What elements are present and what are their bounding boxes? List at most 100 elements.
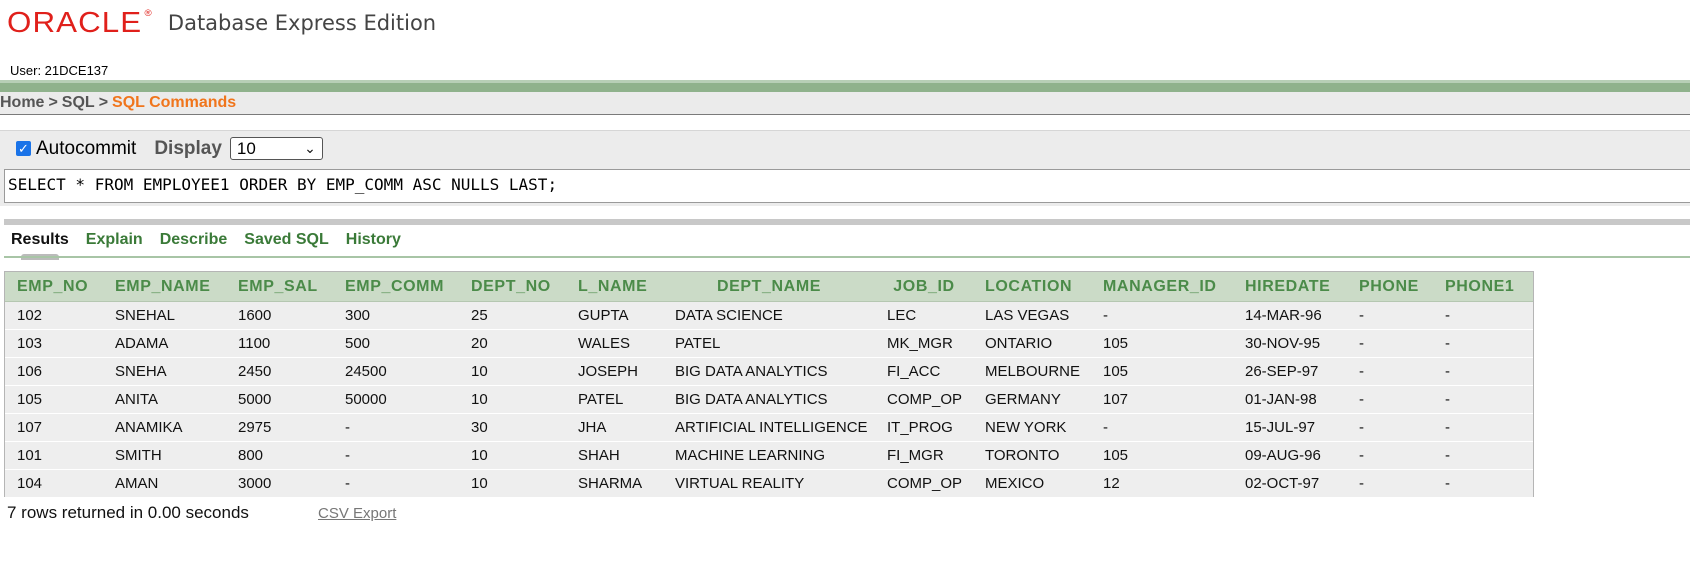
table-cell: 105 (1091, 329, 1233, 358)
table-cell: 12 (1091, 469, 1233, 498)
table-cell: GUPTA (566, 301, 663, 330)
table-cell: - (1347, 441, 1433, 470)
table-cell: LEC (875, 301, 973, 330)
table-row: 102 SNEHAL 1600 300 25 GUPTA DATA SCIENCE LEC LA… (5, 301, 1533, 330)
breadcrumb-current: SQL Commands (112, 94, 237, 111)
table-cell: VIRTUAL REALITY (663, 469, 875, 498)
command-controls: ✓ Autocommit Display 10 ⌄ (16, 137, 323, 160)
table-cell: 2450 (226, 357, 333, 386)
table-cell: NEW YORK (973, 413, 1091, 442)
column-header: LOCATION (973, 272, 1091, 302)
table-cell: BIG DATA ANALYTICS (663, 385, 875, 414)
table-header-row: EMP_NO EMP_NAME EMP_SAL EMP_COMM DEPT_NO… (5, 272, 1533, 302)
table-cell: SNEHA (103, 357, 226, 386)
sql-editor[interactable]: SELECT * FROM EMPLOYEE1 ORDER BY EMP_COM… (4, 169, 1690, 203)
table-cell: FI_MGR (875, 441, 973, 470)
table-cell: JOSEPH (566, 357, 663, 386)
column-header: DEPT_NO (459, 272, 566, 302)
table-cell: 20 (459, 329, 566, 358)
current-user: User: 21DCE137 (10, 63, 109, 78)
results-body: 102 SNEHAL 1600 300 25 GUPTA DATA SCIENCE LEC LA… (5, 301, 1533, 498)
table-cell: 30 (459, 413, 566, 442)
table-cell: 300 (333, 301, 459, 330)
table-cell: MEXICO (973, 469, 1091, 498)
breadcrumb-separator: > (48, 94, 58, 111)
breadcrumb-sql[interactable]: SQL (62, 94, 95, 112)
csv-export-link[interactable]: CSV Export (318, 505, 396, 522)
table-cell: 101 (5, 441, 103, 470)
table-cell: 10 (459, 385, 566, 414)
table-cell: 10 (459, 469, 566, 498)
column-header: MANAGER_ID (1091, 272, 1233, 302)
column-header: L_NAME (566, 272, 663, 302)
tab-describe[interactable]: Describe (160, 231, 228, 249)
display-select-value: 10 (236, 138, 256, 158)
table-cell: - (1347, 301, 1433, 330)
table-row: 105 ANITA 5000 50000 10 PATEL BIG DATA ANALYTI… (5, 385, 1533, 414)
oracle-logo: ORACLE ® (7, 6, 153, 39)
tab-results[interactable]: Results (11, 231, 69, 260)
table-cell: 800 (226, 441, 333, 470)
table-cell: 15-JUL-97 (1233, 413, 1347, 442)
table-row: 106 SNEHA 2450 24500 10 JOSEPH BIG DATA ANALYT… (5, 357, 1533, 386)
breadcrumb: Home > SQL > SQL Commands (0, 92, 1690, 115)
column-header: HIREDATE (1233, 272, 1347, 302)
rows-summary: 7 rows returned in 0.00 seconds (7, 503, 249, 522)
table-cell: - (1433, 329, 1533, 358)
table-cell: 30-NOV-95 (1233, 329, 1347, 358)
editor-divider (4, 219, 1690, 225)
tab-saved-sql[interactable]: Saved SQL (244, 231, 328, 249)
table-cell: - (1433, 441, 1533, 470)
table-cell: 01-JAN-98 (1233, 385, 1347, 414)
table-cell: 2975 (226, 413, 333, 442)
table-cell: TORONTO (973, 441, 1091, 470)
table-cell: 102 (5, 301, 103, 330)
table-cell: 105 (1091, 441, 1233, 470)
table-cell: MACHINE LEARNING (663, 441, 875, 470)
table-cell: ANITA (103, 385, 226, 414)
table-cell: SHARMA (566, 469, 663, 498)
table-cell: JHA (566, 413, 663, 442)
breadcrumb-separator: > (98, 94, 109, 111)
table-cell: 500 (333, 329, 459, 358)
table-cell: 105 (5, 385, 103, 414)
column-header: EMP_SAL (226, 272, 333, 302)
table-row: 107 ANAMIKA 2975-30 JHA ARTIFICIAL INTELLIGE… (5, 413, 1533, 442)
product-name: Database Express Edition (167, 10, 437, 35)
display-select[interactable]: 10 ⌄ (229, 137, 323, 160)
result-tabs: Results Explain Describe Saved SQL Histo… (11, 226, 418, 260)
column-header: EMP_COMM (333, 272, 459, 302)
chevron-down-icon: ⌄ (304, 140, 316, 156)
results-grid: EMP_NO EMP_NAME EMP_SAL EMP_COMM DEPT_NO… (4, 271, 1534, 498)
table-cell: - (1433, 301, 1533, 330)
breadcrumb-home[interactable]: Home (0, 94, 44, 112)
table-cell: 107 (5, 413, 103, 442)
column-header: PHONE (1347, 272, 1433, 302)
autocommit-checkbox[interactable]: ✓ (16, 141, 31, 156)
table-cell: - (1433, 385, 1533, 414)
table-cell: PATEL (566, 385, 663, 414)
table-cell: IT_PROG (875, 413, 973, 442)
header-branding: ORACLE ® Database Express Edition (7, 8, 436, 38)
table-cell: 25 (459, 301, 566, 330)
table-cell: SHAH (566, 441, 663, 470)
table-cell: 10 (459, 441, 566, 470)
column-header: DEPT_NAME (663, 272, 875, 302)
table-cell: LAS VEGAS (973, 301, 1091, 330)
table-cell: - (1347, 469, 1433, 498)
display-label: Display (154, 137, 222, 159)
tab-history[interactable]: History (346, 231, 401, 249)
tab-explain[interactable]: Explain (86, 231, 143, 249)
table-cell: - (333, 469, 459, 498)
table-cell: 106 (5, 357, 103, 386)
header-band-dark (0, 83, 1690, 92)
table-cell: - (1091, 413, 1233, 442)
table-cell: - (1347, 385, 1433, 414)
table-row: 104 AMAN 3000-10 SHARMA VIRTUAL REALITY COMP_… (5, 469, 1533, 498)
table-cell: SMITH (103, 441, 226, 470)
tabs-underline (4, 256, 1690, 258)
table-cell: 1100 (226, 329, 333, 358)
column-header: EMP_NO (5, 272, 103, 302)
table-cell: ADAMA (103, 329, 226, 358)
table-cell: ANAMIKA (103, 413, 226, 442)
